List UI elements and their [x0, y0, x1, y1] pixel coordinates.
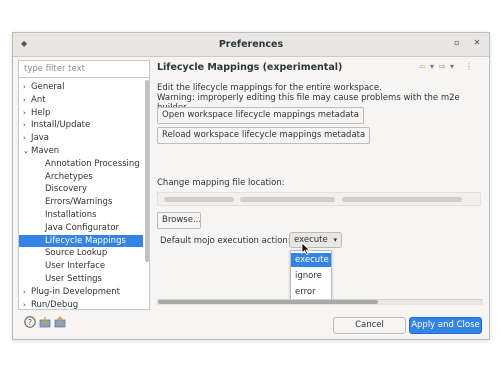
lifecycle-mappings-panel: Lifecycle Mappings (experimental) ⇦ ▾ ⇨ …: [156, 60, 483, 310]
tree-item-label: Help: [31, 107, 51, 118]
chevron-down-icon[interactable]: ⌄: [23, 145, 31, 158]
close-icon[interactable]: ✕: [471, 38, 483, 50]
tree-item-archetypes[interactable]: Archetypes: [19, 171, 143, 184]
title-bar: ◆ Preferences ▫ ✕: [13, 33, 489, 57]
forward-arrow-icon[interactable]: ⇨: [439, 62, 446, 71]
maximize-icon[interactable]: ▫: [451, 38, 463, 50]
tree-item-user-settings[interactable]: User Settings: [19, 273, 143, 286]
tree-item-label: Source Lookup: [45, 248, 108, 259]
tree-item-label: User Settings: [45, 273, 102, 284]
tree-item-annotation-processing[interactable]: Annotation Processing: [19, 158, 143, 171]
tree-item-installations[interactable]: Installations: [19, 209, 143, 222]
option-ignore[interactable]: ignore: [291, 269, 331, 283]
export-icon[interactable]: [54, 316, 66, 328]
tree-item-ant[interactable]: › Ant: [19, 94, 143, 107]
mojo-action-select[interactable]: execute ▾: [289, 232, 342, 248]
sidebar-scrollbar[interactable]: [145, 80, 149, 262]
tree-item-label: Java: [31, 133, 49, 144]
page-title: Lifecycle Mappings (experimental): [157, 62, 343, 73]
tree-item-label: Errors/Warnings: [45, 197, 113, 208]
tree-item-discovery[interactable]: Discovery: [19, 183, 143, 196]
chevron-right-icon[interactable]: ›: [23, 132, 31, 145]
blurred-path-segment: [164, 197, 234, 202]
tree-item-label: Annotation Processing: [45, 158, 140, 169]
tree-item-label: Install/Update: [31, 120, 91, 131]
tree-item-label: General: [31, 82, 65, 92]
blurred-path-segment: [240, 197, 335, 202]
description-line: Edit the lifecycle mappings for the enti…: [157, 83, 382, 93]
tree-item-install-update[interactable]: › Install/Update: [19, 119, 143, 132]
tree-item-label: User Interface: [45, 261, 106, 272]
blurred-path-segment: [342, 197, 462, 202]
chevron-right-icon[interactable]: ›: [23, 286, 31, 299]
tree-item-maven[interactable]: ⌄ Maven: [19, 145, 143, 158]
filter-input[interactable]: type filter text: [19, 61, 149, 78]
tree-item-label: Java Configurator: [45, 222, 120, 233]
chevron-right-icon[interactable]: ›: [23, 299, 31, 309]
tree-item-label: Plug-in Development: [31, 286, 121, 297]
tree-item-label: Ant: [31, 94, 46, 105]
tree-item-source-lookup[interactable]: Source Lookup: [19, 247, 143, 260]
svg-text:?: ?: [28, 318, 32, 327]
page-navigation: ⇦ ▾ ⇨ ▾ ⋮: [419, 62, 483, 74]
reload-metadata-button[interactable]: Reload workspace lifecycle mappings meta…: [157, 127, 371, 144]
mouse-cursor-icon: [301, 243, 311, 255]
chevron-down-icon: ▾: [333, 236, 337, 244]
tree-item-help[interactable]: › Help: [19, 107, 143, 120]
mapping-location-label: Change mapping file location:: [157, 178, 285, 188]
horizontal-scrollbar[interactable]: [158, 300, 378, 304]
cancel-button[interactable]: Cancel: [333, 317, 406, 334]
tree-item-general[interactable]: › General: [19, 81, 143, 94]
preferences-tree: › General › Ant › Help › Install/Update › Jav…: [19, 81, 143, 310]
view-menu-icon[interactable]: ⋮: [465, 62, 473, 71]
tree-item-label: Installations: [45, 209, 97, 220]
tree-item-user-interface[interactable]: User Interface: [19, 260, 143, 273]
tree-item-label: Run/Debug: [31, 299, 79, 310]
mojo-action-label: Default mojo execution action:: [160, 236, 291, 246]
preferences-sidebar: type filter text › General › Ant › Help › In…: [18, 60, 150, 310]
mojo-action-dropdown: execute ignore error: [290, 250, 332, 301]
preferences-dialog: ◆ Preferences ▫ ✕ type filter text › Gene…: [12, 32, 490, 340]
tree-item-lifecycle-mappings[interactable]: Lifecycle Mappings: [19, 234, 143, 248]
tree-item-label: Lifecycle Mappings: [45, 235, 126, 246]
chevron-right-icon[interactable]: ›: [23, 94, 31, 107]
chevron-right-icon[interactable]: ›: [23, 81, 31, 94]
apply-and-close-button[interactable]: Apply and Close: [409, 317, 482, 334]
chevron-right-icon[interactable]: ›: [23, 119, 31, 132]
help-icon[interactable]: ?: [24, 316, 36, 328]
browse-button[interactable]: Browse...: [157, 212, 201, 229]
window-title: Preferences: [218, 39, 284, 50]
forward-menu-icon[interactable]: ▾: [450, 62, 454, 71]
tree-item-label: Discovery: [45, 184, 87, 195]
import-icon[interactable]: [39, 316, 51, 328]
option-error[interactable]: error: [291, 285, 331, 299]
tree-item-plugin-development[interactable]: › Plug-in Development: [19, 286, 143, 299]
tree-item-errors-warnings[interactable]: Errors/Warnings: [19, 196, 143, 209]
tree-item-java[interactable]: › Java: [19, 132, 143, 145]
mapping-file-path-field[interactable]: [157, 192, 481, 206]
tree-item-label: Maven: [31, 145, 60, 156]
option-execute[interactable]: execute: [291, 253, 331, 267]
back-arrow-icon[interactable]: ⇦: [419, 62, 426, 71]
tree-item-java-configurator[interactable]: Java Configurator: [19, 222, 143, 235]
open-metadata-button[interactable]: Open workspace lifecycle mappings metada…: [157, 107, 364, 124]
tree-item-label: Archetypes: [45, 171, 93, 182]
back-menu-icon[interactable]: ▾: [430, 62, 434, 71]
chevron-right-icon[interactable]: ›: [23, 107, 31, 120]
tree-item-run-debug[interactable]: › Run/Debug: [19, 299, 143, 310]
